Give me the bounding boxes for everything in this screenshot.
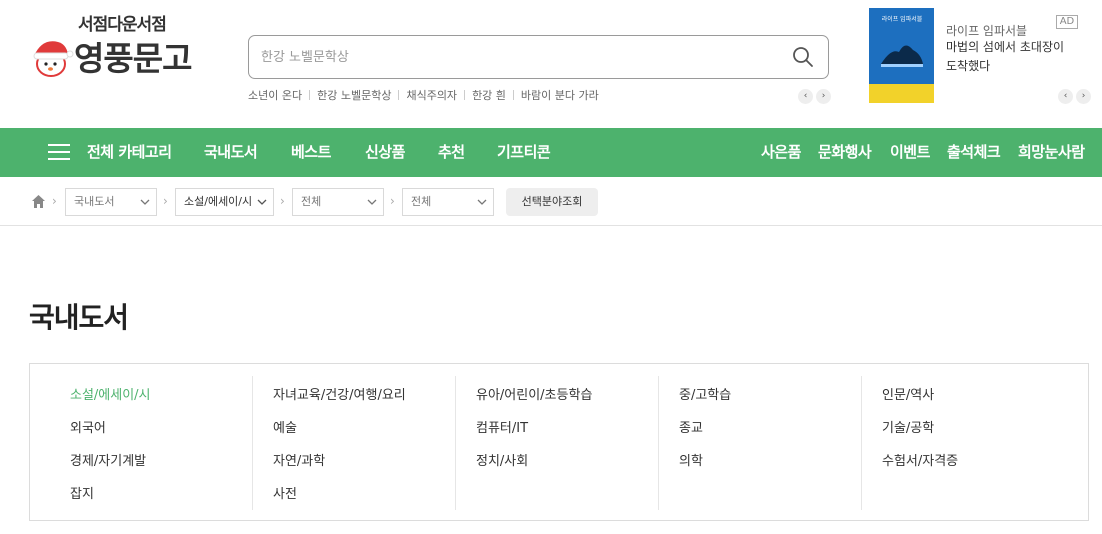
category-column: 소설/에세이/시 외국어 경제/자기계발 잡지 (50, 376, 253, 510)
divider (309, 90, 311, 100)
category-column: 유아/어린이/초등학습 컴퓨터/IT 정치/사회 (455, 376, 658, 510)
select-value: 소설/에세이/시 (184, 195, 253, 208)
chevron-down-icon (140, 199, 150, 205)
book-cover-band (869, 84, 934, 103)
keyword-link[interactable]: 한강 노벨문학상 (317, 87, 391, 103)
nav-all-category[interactable]: 전체 카테고리 (87, 128, 172, 177)
keyword-next-button[interactable]: › (816, 89, 831, 104)
santa-mascot-icon (33, 41, 74, 77)
select-value: 전체 (301, 195, 322, 208)
ad-arrows: ‹ › (1058, 89, 1091, 104)
keyword-link[interactable]: 소년이 온다 (248, 87, 302, 103)
divider (464, 90, 466, 100)
select-value: 전체 (411, 195, 432, 208)
category-link[interactable]: 외국어 (70, 417, 106, 436)
book-cover-title: 라이프 임파서블 (881, 16, 923, 23)
category-select-4[interactable]: 전체 (402, 188, 494, 216)
select-value: 국내도서 (74, 195, 115, 208)
search-box (248, 35, 829, 79)
category-select-3[interactable]: 전체 (292, 188, 384, 216)
chevron-down-icon (257, 199, 267, 205)
breadcrumb: › 국내도서 › 소설/에세이/시 › 전체 › 전체 선택분야조회 (0, 178, 1102, 226)
category-link[interactable]: 소설/에세이/시 (70, 384, 151, 403)
nav-recommend[interactable]: 추천 (438, 128, 465, 177)
category-link[interactable]: 종교 (679, 417, 703, 436)
keyword-prev-button[interactable]: ‹ (798, 89, 813, 104)
search-category-button[interactable]: 선택분야조회 (506, 188, 598, 216)
category-link[interactable]: 자녀교육/건강/여행/요리 (273, 384, 406, 403)
category-link[interactable]: 사전 (273, 483, 297, 502)
search-input[interactable] (261, 36, 781, 78)
nav-new[interactable]: 신상품 (365, 128, 405, 177)
nav-attendance[interactable]: 출석체크 (947, 128, 1001, 177)
main-nav: 전체 카테고리 국내도서 베스트 신상품 추천 기프티콘 사은품 문화행사 이벤… (0, 128, 1102, 177)
category-link[interactable]: 의학 (679, 450, 703, 469)
category-link[interactable]: 유아/어린이/초등학습 (476, 384, 592, 403)
category-link[interactable]: 인문/역사 (882, 384, 934, 403)
category-link[interactable]: 중/고학습 (679, 384, 731, 403)
nav-gifticon[interactable]: 기프티콘 (497, 128, 551, 177)
site-logo[interactable]: 서점다운서점 영풍문고 (28, 10, 208, 80)
nav-best[interactable]: 베스트 (291, 128, 331, 177)
keyword-link[interactable]: 채식주의자 (406, 87, 457, 103)
category-link[interactable]: 경제/자기계발 (70, 450, 146, 469)
page-title: 국내도서 (29, 301, 129, 334)
island-illustration-icon (881, 45, 923, 67)
category-link[interactable]: 정치/사회 (476, 450, 528, 469)
nav-events[interactable]: 이벤트 (890, 128, 930, 177)
divider (512, 90, 514, 100)
category-column: 자녀교육/건강/여행/요리 예술 자연/과학 사전 (252, 376, 455, 510)
category-link[interactable]: 컴퓨터/IT (476, 417, 528, 436)
category-link[interactable]: 예술 (273, 417, 297, 436)
keyword-link[interactable]: 한강 흰 (472, 87, 506, 103)
nav-domestic-books[interactable]: 국내도서 (204, 128, 258, 177)
ad-badge: AD (1056, 15, 1078, 29)
chevron-right-icon: › (52, 194, 57, 208)
nav-hope-snowman[interactable]: 희망눈사람 (1018, 128, 1085, 177)
category-grid: 소설/에세이/시 외국어 경제/자기계발 잡지 자녀교육/건강/여행/요리 예술… (29, 363, 1089, 521)
search-icon[interactable] (792, 46, 814, 68)
nav-culture-events[interactable]: 문화행사 (818, 128, 872, 177)
keyword-arrows: ‹ › (798, 89, 831, 104)
category-link[interactable]: 자연/과학 (273, 450, 325, 469)
chevron-right-icon: › (280, 194, 285, 208)
ad-book-cover[interactable]: 라이프 임파서블 (869, 8, 934, 103)
category-link[interactable]: 수험서/자격증 (882, 450, 958, 469)
category-link[interactable]: 기술/공학 (882, 417, 934, 436)
ad-subtitle[interactable]: 라이프 임파서블 (946, 22, 1027, 39)
chevron-right-icon: › (390, 194, 395, 208)
header: 서점다운서점 영풍문고 소년이 온다 한강 노벨문학상 채식주의자 한강 흰 바… (0, 0, 1102, 128)
category-column: 중/고학습 종교 의학 (658, 376, 861, 510)
divider (398, 90, 400, 100)
ad-prev-button[interactable]: ‹ (1058, 89, 1073, 104)
popular-keywords: 소년이 온다 한강 노벨문학상 채식주의자 한강 흰 바람이 분다 가라 (248, 87, 599, 103)
category-link[interactable]: 잡지 (70, 483, 94, 502)
chevron-right-icon: › (163, 194, 168, 208)
ad-next-button[interactable]: › (1076, 89, 1091, 104)
category-select-2[interactable]: 소설/에세이/시 (175, 188, 274, 216)
category-select-1[interactable]: 국내도서 (65, 188, 157, 216)
logo-name: 영풍문고 (74, 39, 192, 78)
home-icon[interactable] (31, 194, 46, 209)
keyword-link[interactable]: 바람이 분다 가라 (521, 87, 599, 103)
nav-gifts[interactable]: 사은품 (761, 128, 801, 177)
ad-headline[interactable]: 마법의 섬에서 초대장이 도착했다 (946, 38, 1076, 76)
chevron-down-icon (367, 199, 377, 205)
chevron-down-icon (477, 199, 487, 205)
hamburger-menu-icon[interactable] (48, 143, 70, 161)
category-column: 인문/역사 기술/공학 수험서/자격증 (861, 376, 1064, 510)
